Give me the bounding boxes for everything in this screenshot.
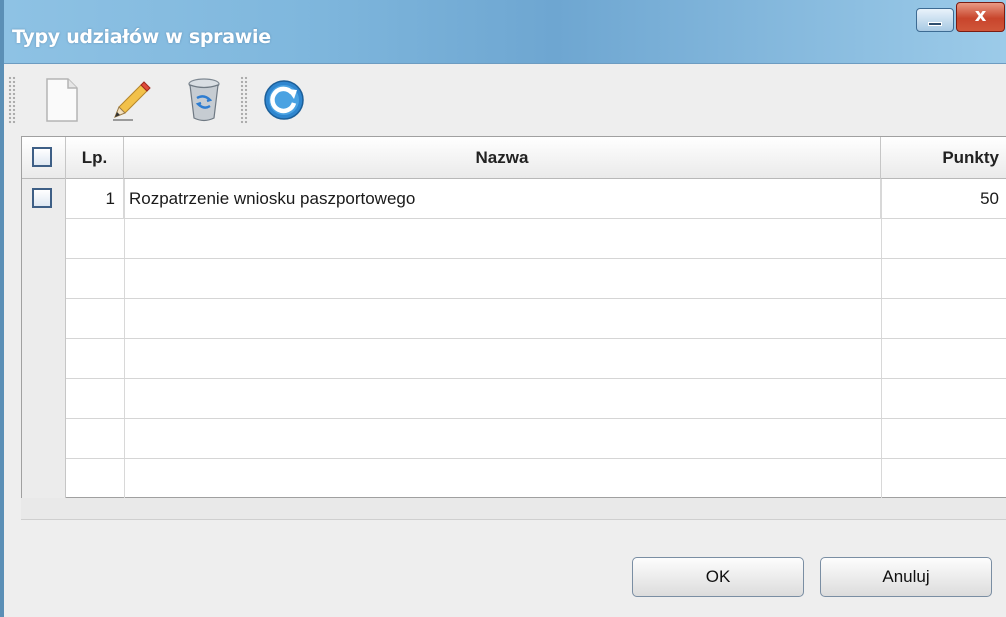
- table-row-empty: [22, 419, 1006, 459]
- table-row-empty: [22, 299, 1006, 339]
- table-row-empty: [22, 339, 1006, 379]
- dialog-window: Typy udziałów w sprawie x Lp. Nazwa Punk…: [0, 0, 1006, 617]
- table-header: Lp. Nazwa Punkty: [22, 137, 1006, 179]
- row-selector: [22, 339, 66, 379]
- select-all-checkbox[interactable]: [32, 147, 52, 167]
- title-bar[interactable]: Typy udziałów w sprawie x: [4, 0, 1006, 64]
- row-selector: [22, 419, 66, 459]
- cell-punkty: 50: [980, 189, 999, 208]
- new-button[interactable]: [36, 72, 88, 128]
- column-header-lp[interactable]: Lp.: [66, 137, 124, 179]
- row-selector: [22, 299, 66, 339]
- recycle-bin-icon: [188, 78, 220, 122]
- toolbar-grip[interactable]: [8, 76, 16, 124]
- window-title: Typy udziałów w sprawie: [12, 26, 271, 48]
- edit-pencil-icon: [113, 81, 151, 121]
- row-selector: [22, 459, 66, 499]
- table-row-empty: [22, 219, 1006, 259]
- minimize-icon: [928, 22, 942, 26]
- select-all-header: [22, 137, 66, 179]
- cancel-button[interactable]: Anuluj: [820, 557, 992, 597]
- close-icon: x: [974, 5, 987, 26]
- minimize-button[interactable]: [916, 8, 954, 32]
- cell-lp: 1: [66, 179, 124, 219]
- table-scroll-area: [21, 498, 1006, 520]
- refresh-button[interactable]: [258, 72, 310, 128]
- row-selector: [22, 219, 66, 259]
- table-row-empty: [22, 379, 1006, 419]
- table-row-empty: [22, 459, 1006, 499]
- edit-button[interactable]: [104, 72, 156, 128]
- row-selector: [22, 259, 66, 299]
- new-document-icon: [46, 78, 78, 122]
- row-selector: [22, 379, 66, 419]
- delete-button[interactable]: [178, 72, 230, 128]
- column-header-punkty[interactable]: Punkty: [881, 137, 1006, 179]
- ok-button[interactable]: OK: [632, 557, 804, 597]
- participation-types-table: Lp. Nazwa Punkty 1 Rozpatrzenie wniosku …: [21, 136, 1006, 499]
- cell-nazwa: Rozpatrzenie wniosku paszportowego: [124, 179, 881, 219]
- toolbar-separator-grip: [240, 76, 248, 124]
- table-row[interactable]: 1 Rozpatrzenie wniosku paszportowego 50: [22, 179, 1006, 219]
- toolbar: [4, 64, 1006, 136]
- column-header-nazwa[interactable]: Nazwa: [124, 137, 881, 179]
- refresh-icon: [264, 80, 304, 120]
- table-row-empty: [22, 259, 1006, 299]
- row-selector: [22, 179, 66, 219]
- row-checkbox[interactable]: [32, 188, 52, 208]
- close-button[interactable]: x: [956, 2, 1005, 32]
